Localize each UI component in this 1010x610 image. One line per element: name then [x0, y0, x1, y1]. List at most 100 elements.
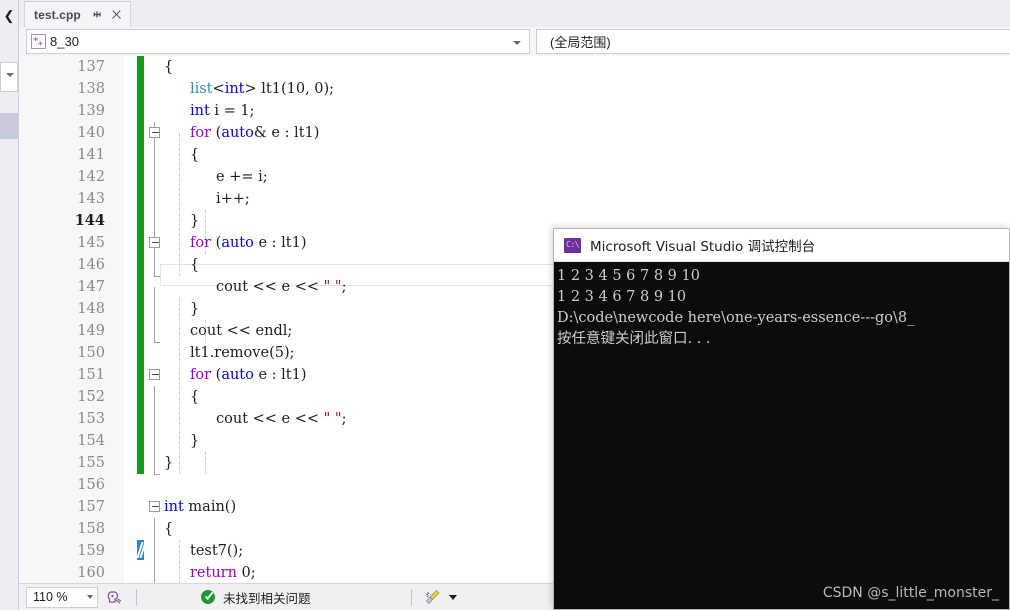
code-text: cout << e << " "; — [216, 276, 346, 298]
line-number: 157 — [77, 499, 105, 515]
code-token: i++; — [216, 191, 250, 207]
code-token: { — [190, 257, 200, 273]
code-token: main() — [183, 499, 237, 515]
code-text: { — [164, 56, 173, 78]
code-token: ( — [211, 125, 222, 141]
code-text: cout << endl; — [190, 320, 292, 342]
code-token: auto — [221, 367, 254, 383]
rail-dropdown-button[interactable] — [0, 62, 18, 92]
intellicode-icon[interactable] — [105, 588, 124, 607]
code-token: { — [190, 389, 200, 405]
chevron-down-icon — [87, 595, 93, 599]
code-line[interactable]: 143 i++; — [19, 188, 1010, 210]
csdn-watermark: CSDN @s_little_monster_ — [822, 585, 999, 601]
scope-namespace-label: 8_30 — [50, 34, 79, 49]
line-number: 154 — [77, 433, 105, 449]
tab-test-cpp[interactable]: test.cpp — [24, 1, 131, 27]
line-number: 156 — [77, 477, 105, 493]
visual-studio-window: ❮ test.cpp + + 8_30 (全局范围) 137 {138 lis… — [0, 0, 1010, 610]
code-text: for (auto& e : lt1) — [190, 122, 319, 144]
status-message: 未找到相关问题 — [223, 590, 311, 606]
chevron-down-icon — [6, 73, 14, 77]
code-token: lt1.remove(5); — [190, 345, 295, 361]
line-number: 139 — [77, 103, 105, 119]
code-line[interactable]: 140 for (auto& e : lt1) — [19, 122, 1010, 144]
code-token: e : lt1) — [253, 235, 307, 251]
code-text: } — [190, 210, 199, 232]
code-token: } — [190, 433, 200, 449]
code-line[interactable]: 141 { — [19, 144, 1010, 166]
code-token: { — [164, 59, 174, 75]
check-circle-icon — [201, 590, 215, 604]
code-token: for — [190, 125, 212, 141]
broom-icon[interactable] — [424, 588, 442, 606]
code-text: e += i; — [216, 166, 268, 188]
zoom-level-label: 110 % — [33, 590, 68, 604]
line-number: 141 — [77, 147, 105, 163]
code-token: } — [190, 213, 200, 229]
code-token: } — [190, 301, 200, 317]
chevron-left-icon[interactable]: ❮ — [2, 8, 16, 24]
line-number: 137 — [77, 59, 105, 75]
line-number: 145 — [77, 235, 105, 251]
chevron-down-icon[interactable] — [448, 594, 457, 600]
code-token: 0; — [236, 565, 256, 581]
left-dock-rail: ❮ — [0, 0, 19, 610]
code-text: list<int> lt1(10, 0); — [190, 78, 334, 100]
code-token: e += i; — [216, 169, 268, 185]
zoom-level-selector[interactable]: 110 % — [26, 586, 98, 608]
line-number: 158 — [77, 521, 105, 537]
code-token: int — [224, 81, 245, 97]
line-number: 147 — [77, 279, 105, 295]
scope-namespace-dropdown[interactable]: + + 8_30 — [26, 29, 530, 54]
line-number: 159 — [77, 543, 105, 559]
line-number: 153 — [77, 411, 105, 427]
code-token: " " — [323, 411, 342, 427]
code-token: ( — [211, 235, 222, 251]
code-line[interactable]: 142 e += i; — [19, 166, 1010, 188]
code-line[interactable]: 139 int i = 1; — [19, 100, 1010, 122]
code-text: return 0; — [190, 562, 256, 583]
console-output: 1 2 3 4 5 6 7 8 9 10 1 2 3 4 6 7 8 9 10 … — [554, 262, 1009, 609]
code-token: auto — [221, 125, 254, 141]
code-text: cout << e << " "; — [216, 408, 346, 430]
pin-icon[interactable] — [91, 8, 104, 21]
code-token: { — [190, 147, 200, 163]
chevron-down-icon — [513, 41, 521, 45]
code-token: > lt1(10, 0); — [244, 81, 335, 97]
rail-scroll-thumb[interactable] — [0, 113, 18, 139]
code-token: } — [164, 455, 174, 471]
code-token: < — [212, 81, 225, 97]
line-number: 160 — [77, 565, 105, 581]
code-text: { — [164, 518, 173, 540]
debug-console-window[interactable]: C:\ Microsoft Visual Studio 调试控制台 1 2 3 … — [553, 228, 1010, 610]
line-number: 155 — [77, 455, 105, 471]
code-line[interactable]: 138 list<int> lt1(10, 0); — [19, 78, 1010, 100]
code-text: lt1.remove(5); — [190, 342, 295, 364]
line-number: 149 — [77, 323, 105, 339]
line-number: 148 — [77, 301, 105, 317]
code-token: for — [190, 367, 212, 383]
console-title-bar[interactable]: C:\ Microsoft Visual Studio 调试控制台 — [554, 229, 1009, 262]
editor-tab-strip: test.cpp — [19, 0, 1010, 27]
code-text: } — [164, 452, 173, 474]
code-text: { — [190, 386, 199, 408]
code-line[interactable]: 137 { — [19, 56, 1010, 78]
line-number: 144 — [74, 212, 105, 229]
line-number: 150 — [77, 345, 105, 361]
code-token: cout << e << — [216, 279, 324, 295]
close-icon[interactable] — [110, 8, 123, 21]
code-text: { — [190, 254, 199, 276]
code-token: ; — [341, 411, 347, 427]
scope-member-dropdown[interactable]: (全局范围) — [536, 29, 1010, 54]
code-text: for (auto e : lt1) — [190, 232, 307, 254]
line-number: 151 — [77, 367, 105, 383]
code-token: int — [190, 103, 210, 119]
code-token: & e : lt1) — [253, 125, 320, 141]
code-text: test7(); — [190, 540, 243, 562]
console-icon-text: C:\ — [566, 240, 579, 249]
code-token: i = 1; — [209, 103, 255, 119]
code-text: } — [190, 298, 199, 320]
status-divider — [410, 588, 412, 606]
code-token: for — [190, 235, 212, 251]
